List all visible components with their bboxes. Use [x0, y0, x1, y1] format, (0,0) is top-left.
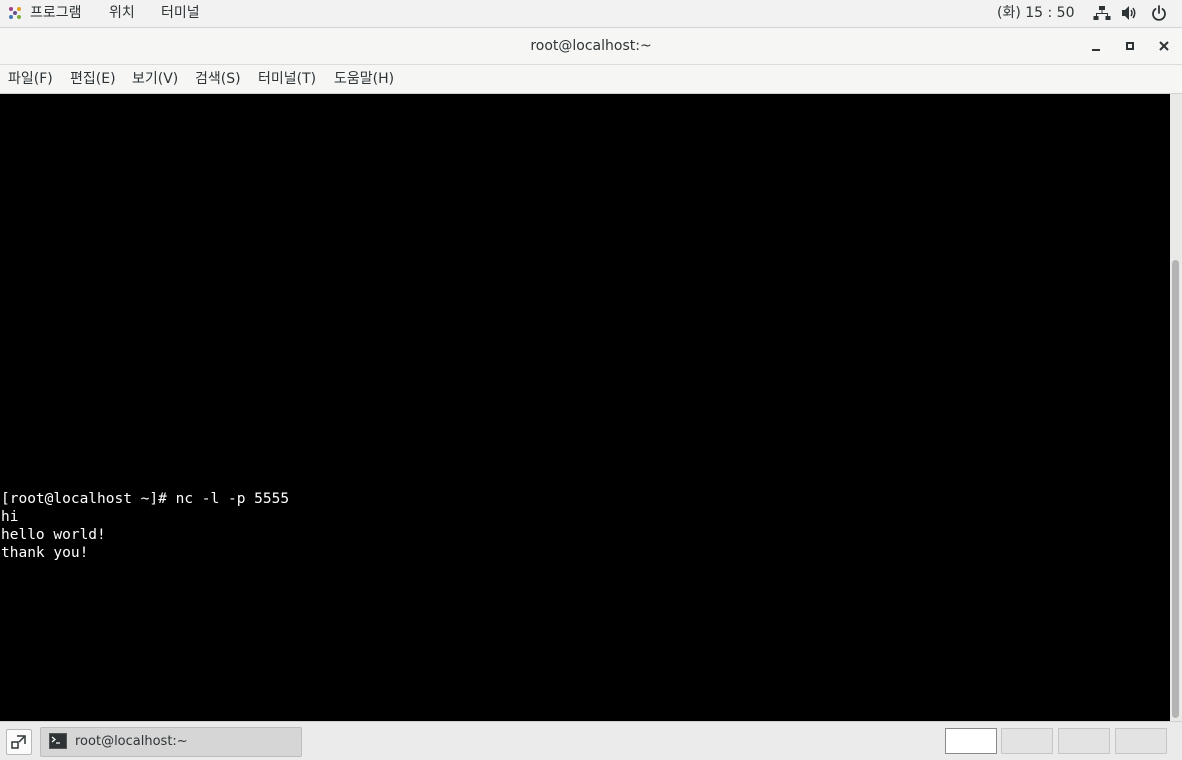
- terminal-line: thank you!: [1, 545, 89, 561]
- scrollbar-thumb[interactable]: [1172, 260, 1179, 718]
- applications-menu[interactable]: 프로그램: [30, 4, 82, 22]
- menu-edit[interactable]: 편집(E): [70, 70, 116, 88]
- clock[interactable]: (화) 15 : 50: [997, 4, 1075, 22]
- show-desktop-icon: [11, 735, 26, 749]
- terminal-scrollbar[interactable]: [1170, 94, 1182, 721]
- terminal-line: hi: [1, 509, 19, 525]
- taskbar-window-button[interactable]: root@localhost:~: [40, 727, 302, 757]
- window-title: root@localhost:~: [530, 38, 652, 54]
- workspace-1[interactable]: [945, 728, 997, 754]
- menu-file[interactable]: 파일(F): [8, 70, 53, 88]
- menu-view[interactable]: 보기(V): [132, 70, 178, 88]
- terminal-line-prompt: [root@localhost ~]# nc -l -p 5555: [1, 491, 290, 507]
- menu-help[interactable]: 도움말(H): [334, 70, 394, 88]
- close-icon[interactable]: [1156, 38, 1172, 54]
- terminal-app-menu[interactable]: 터미널: [161, 4, 200, 22]
- terminal-area[interactable]: [root@localhost ~]# nc -l -p 5555 hi hel…: [0, 94, 1170, 721]
- terminal-output: [root@localhost ~]# nc -l -p 5555 hi hel…: [1, 490, 289, 562]
- top-panel: 프로그램 위치 터미널 (화) 15 : 50: [0, 0, 1182, 28]
- terminal-line: hello world!: [1, 527, 106, 543]
- taskbar-window-label: root@localhost:~: [75, 734, 188, 749]
- menu-search[interactable]: 검색(S): [195, 70, 241, 88]
- power-icon[interactable]: [1150, 5, 1168, 21]
- network-icon[interactable]: [1093, 5, 1111, 21]
- applications-logo-icon[interactable]: [8, 6, 22, 20]
- menu-terminal[interactable]: 터미널(T): [258, 70, 316, 88]
- bottom-taskbar: root@localhost:~: [0, 721, 1182, 760]
- menubar: 파일(F) 편집(E) 보기(V) 검색(S) 터미널(T) 도움말(H): [0, 65, 1182, 94]
- terminal-icon: [49, 733, 67, 749]
- window-titlebar[interactable]: root@localhost:~: [0, 28, 1182, 65]
- minimize-icon[interactable]: [1088, 38, 1104, 54]
- maximize-icon[interactable]: [1122, 38, 1138, 54]
- workspace-3[interactable]: [1058, 728, 1110, 754]
- workspace-4[interactable]: [1115, 728, 1167, 754]
- workspace-2[interactable]: [1001, 728, 1053, 754]
- volume-icon[interactable]: [1121, 5, 1139, 21]
- places-menu[interactable]: 위치: [109, 4, 135, 22]
- show-desktop-button[interactable]: [6, 729, 32, 755]
